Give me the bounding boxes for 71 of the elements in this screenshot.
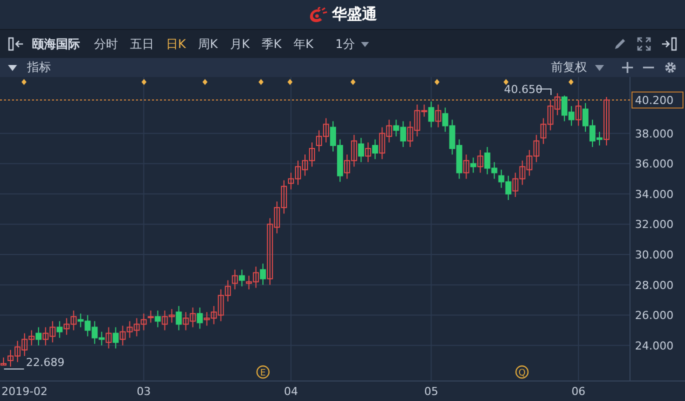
- candlestick: [260, 263, 266, 286]
- date-axis-label: 2019-02: [2, 385, 48, 398]
- candlestick: [176, 306, 182, 331]
- price-axis-label: 32.000: [635, 218, 674, 232]
- caret-icon: [361, 42, 370, 46]
- event-diamond-icon[interactable]: [258, 79, 264, 85]
- candlestick: [112, 326, 119, 349]
- caret-icon[interactable]: [8, 64, 17, 70]
- candlestick: [428, 101, 434, 128]
- logo-text: 华盛通: [332, 5, 377, 24]
- event-diamond-icon[interactable]: [434, 79, 440, 85]
- candlestick: [372, 138, 378, 160]
- settings-icon[interactable]: [664, 61, 677, 74]
- candlestick: [575, 100, 582, 126]
- candlestick: [232, 269, 238, 290]
- plus-icon[interactable]: [622, 62, 633, 73]
- caret-icon: [595, 64, 604, 70]
- event-diamond-icon[interactable]: [504, 79, 508, 85]
- period-tab[interactable]: 五日: [130, 36, 154, 52]
- period-tab[interactable]: 年K: [294, 36, 314, 52]
- period-tab[interactable]: 分时: [94, 36, 118, 52]
- event-marker[interactable]: Q: [515, 365, 529, 379]
- pencil-icon[interactable]: [613, 37, 627, 51]
- price-axis-label: 30.000: [635, 248, 674, 262]
- date-axis-label: 05: [424, 385, 438, 398]
- expand-panel-icon[interactable]: [661, 37, 677, 51]
- candlestick: [238, 269, 245, 287]
- candlestick: [196, 307, 203, 330]
- candlestick: [56, 320, 63, 338]
- price-axis-label: 34.000: [635, 188, 674, 201]
- period-tab[interactable]: 季K: [262, 36, 282, 52]
- event-diamond-icon[interactable]: [22, 79, 26, 85]
- adjustment-dropdown[interactable]: 前复权: [551, 59, 604, 76]
- date-axis-label: 04: [284, 385, 298, 398]
- price-axis-label: 24.000: [635, 339, 674, 352]
- interval-dropdown[interactable]: 1分: [335, 36, 370, 52]
- period-tab[interactable]: 周K: [198, 36, 218, 52]
- candlestick: [470, 157, 476, 174]
- event-marker[interactable]: E: [256, 365, 270, 379]
- fullscreen-icon[interactable]: [637, 37, 651, 51]
- price-axis-label: 36.000: [635, 158, 674, 171]
- logo-icon: [308, 6, 328, 22]
- date-axis-label: 06: [571, 385, 586, 398]
- low-price-label: 22.689: [26, 356, 64, 369]
- candlestick: [154, 310, 161, 328]
- candlestick: [148, 310, 154, 324]
- period-tab[interactable]: 月K: [230, 36, 250, 52]
- price-axis-label: 28.000: [635, 278, 674, 292]
- candlestick: [358, 137, 364, 163]
- event-diamond-icon[interactable]: [202, 79, 208, 85]
- date-axis-label: 03: [136, 385, 151, 398]
- indicator-label[interactable]: 指标: [27, 59, 51, 76]
- candlestick: [365, 142, 372, 163]
- candlestick: [477, 150, 484, 174]
- event-diamond-icon[interactable]: [568, 79, 574, 85]
- event-diamond-icon[interactable]: [142, 79, 146, 85]
- event-diamond-icon[interactable]: [288, 79, 292, 85]
- candlestick: [106, 326, 112, 349]
- leader-line: [4, 368, 24, 370]
- candlestick: [603, 96, 610, 146]
- event-diamond-icon[interactable]: [350, 79, 356, 85]
- candlestick: [36, 326, 42, 346]
- period-tab[interactable]: 日K: [166, 36, 186, 52]
- price-axis-label: 26.000: [635, 309, 674, 322]
- high-price-label: 40.650: [504, 83, 542, 96]
- last-price-tag: 40.200: [632, 92, 684, 109]
- collapse-panel-icon[interactable]: [8, 37, 24, 51]
- price-axis-label: 38.000: [635, 127, 674, 140]
- stock-name: 颐海国际: [32, 36, 80, 52]
- candlestick: [463, 154, 470, 180]
- candlestick: [435, 104, 442, 128]
